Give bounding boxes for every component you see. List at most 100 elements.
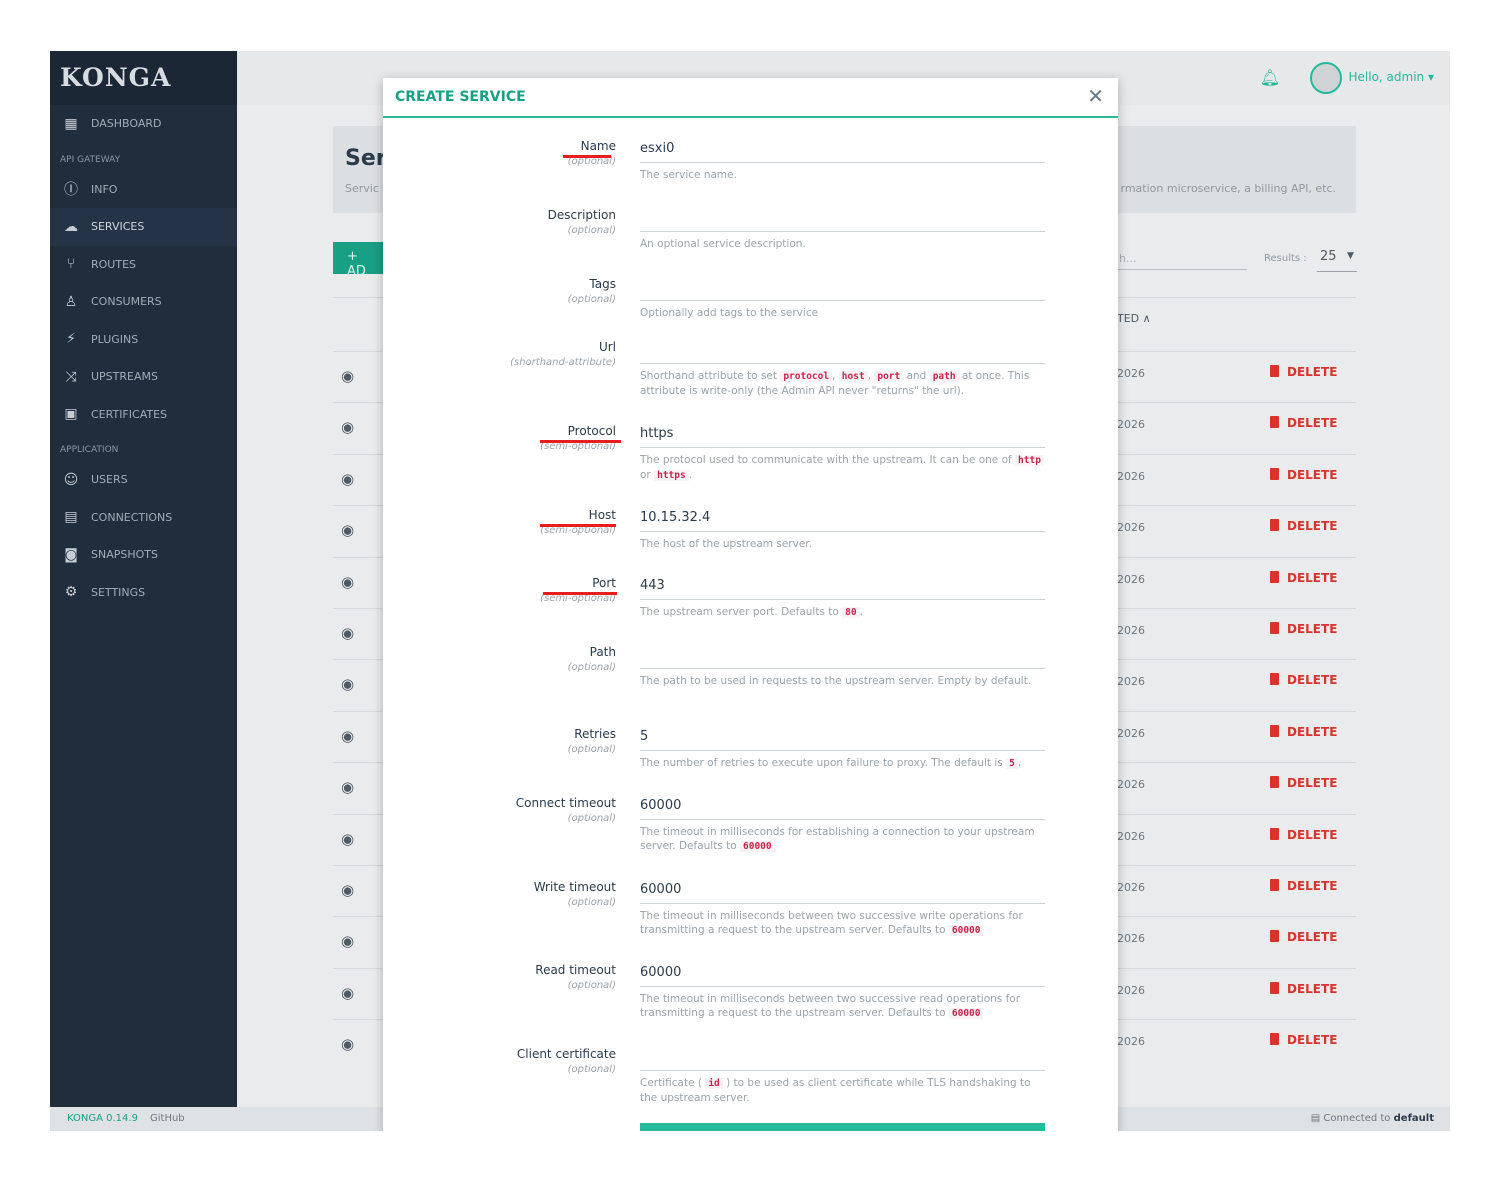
sidebar-item-routes[interactable]: ⑂ ROUTES: [50, 246, 237, 284]
trash-icon: [1270, 776, 1279, 789]
trash-icon: [1270, 622, 1279, 634]
delete-button[interactable]: DELETE: [1270, 776, 1337, 790]
annotation-underline: [540, 440, 621, 443]
eye-icon[interactable]: ◉: [341, 573, 354, 591]
host-input[interactable]: 10.15.32.4: [640, 510, 710, 525]
eye-icon[interactable]: ◉: [341, 984, 354, 1002]
sidebar: KONGA ▦ DASHBOARD API GATEWAY ⓘ INFO ☁ SERVI…: [50, 51, 237, 1131]
page-subtitle-right: rmation microservice, a billing API, etc…: [1120, 182, 1337, 195]
connect-timeout-input[interactable]: 60000: [640, 798, 681, 813]
eye-icon[interactable]: ◉: [341, 830, 354, 848]
protocol-input[interactable]: https: [640, 426, 673, 441]
field-help: The number of retries to execute upon fa…: [640, 757, 1022, 769]
delete-label: DELETE: [1287, 570, 1338, 585]
sidebar-item-services[interactable]: ☁ SERVICES: [50, 208, 237, 246]
input-underline: [640, 668, 1045, 669]
eye-icon[interactable]: ◉: [341, 1035, 354, 1053]
delete-label: DELETE: [1287, 416, 1338, 431]
delete-button[interactable]: DELETE: [1270, 622, 1337, 636]
row-date: 2026: [1117, 983, 1145, 997]
delete-button[interactable]: DELETE: [1270, 365, 1337, 379]
field-help: The path to be used in requests to the u…: [640, 675, 1032, 687]
field-hint: (optional): [567, 225, 616, 236]
sidebar-item-label: SETTINGS: [91, 585, 146, 599]
field-label: Description: [547, 208, 616, 222]
eye-icon[interactable]: ◉: [341, 418, 354, 436]
delete-button[interactable]: DELETE: [1270, 827, 1337, 842]
write-timeout-input[interactable]: 60000: [640, 882, 681, 897]
delete-button[interactable]: DELETE: [1270, 879, 1337, 893]
user-menu[interactable]: Hello, admin ▾: [1349, 70, 1434, 84]
sidebar-item-label: CERTIFICATES: [91, 407, 168, 421]
create-service-modal: CREATE SERVICE ✕ Name (optional) esxi0 The …: [383, 78, 1118, 1131]
row-date: 2026: [1117, 469, 1145, 483]
eye-icon[interactable]: ◉: [341, 624, 354, 642]
close-icon[interactable]: ✕: [1087, 84, 1104, 108]
certificates-icon: ▣: [64, 406, 78, 423]
input-underline: [640, 231, 1045, 232]
eye-icon[interactable]: ◉: [341, 675, 354, 693]
field-help: The timeout in milliseconds for establis…: [640, 826, 1035, 852]
annotation-underline: [543, 592, 617, 595]
delete-button[interactable]: DELETE: [1270, 724, 1337, 739]
delete-button[interactable]: DELETE: [1270, 1033, 1337, 1047]
field-label: Name: [580, 139, 616, 153]
port-input[interactable]: 443: [640, 578, 665, 593]
name-input[interactable]: esxi0: [640, 141, 674, 156]
consumers-icon: ♙: [64, 293, 78, 310]
row-date: 2026: [1117, 829, 1145, 843]
field-help: An optional service description.: [640, 238, 806, 250]
caret-down-icon[interactable]: ▼: [1347, 251, 1354, 261]
sidebar-item-label: SNAPSHOTS: [91, 548, 158, 562]
field-help: The protocol used to communicate with th…: [640, 453, 1045, 483]
sidebar-item-connections[interactable]: ▤ CONNECTIONS: [50, 499, 237, 537]
sidebar-item-settings[interactable]: ⚙ SETTINGS: [50, 574, 237, 612]
search-input[interactable]: h...: [1119, 252, 1136, 265]
delete-button[interactable]: DELETE: [1270, 930, 1337, 944]
sidebar-item-users[interactable]: ☺ USERS: [50, 461, 237, 499]
field-label: Protocol: [567, 424, 616, 438]
delete-button[interactable]: DELETE: [1270, 467, 1337, 482]
row-date: 2026: [1117, 726, 1145, 740]
input-underline: [640, 1070, 1045, 1071]
sidebar-item-consumers[interactable]: ♙ CONSUMERS: [50, 283, 237, 321]
delete-label: DELETE: [1287, 519, 1338, 534]
sidebar-item-label: INFO: [91, 182, 118, 196]
read-timeout-input[interactable]: 60000: [640, 965, 681, 980]
delete-button[interactable]: DELETE: [1270, 570, 1338, 585]
brand-logo[interactable]: KONGA: [50, 51, 237, 105]
input-underline: [640, 162, 1045, 163]
eye-icon[interactable]: ◉: [341, 470, 354, 488]
eye-icon[interactable]: ◉: [341, 367, 354, 385]
sidebar-item-dashboard[interactable]: ▦ DASHBOARD: [50, 105, 237, 143]
footer-github-link[interactable]: GitHub: [150, 1107, 185, 1131]
sidebar-item-plugins[interactable]: ⚡ PLUGINS: [50, 321, 237, 359]
submit-button[interactable]: [640, 1123, 1045, 1131]
eye-icon[interactable]: ◉: [341, 727, 354, 745]
eye-icon[interactable]: ◉: [341, 881, 354, 899]
sidebar-item-snapshots[interactable]: ◙ SNAPSHOTS: [50, 536, 237, 574]
footer-version[interactable]: KONGA 0.14.9: [67, 1107, 138, 1131]
eye-icon[interactable]: ◉: [341, 778, 354, 796]
delete-button[interactable]: DELETE: [1270, 519, 1337, 533]
retries-input[interactable]: 5: [640, 729, 648, 744]
trash-icon: [1270, 365, 1279, 377]
delete-label: DELETE: [1287, 981, 1338, 996]
eye-icon[interactable]: ◉: [341, 521, 354, 539]
results-select[interactable]: 25: [1320, 249, 1337, 264]
input-underline: [640, 903, 1045, 904]
sidebar-item-info[interactable]: ⓘ INFO: [50, 171, 237, 209]
eye-icon[interactable]: ◉: [341, 932, 354, 950]
field-hint: (optional): [567, 897, 616, 908]
delete-label: DELETE: [1287, 879, 1338, 893]
delete-button[interactable]: DELETE: [1270, 981, 1338, 996]
avatar[interactable]: [1310, 62, 1342, 94]
sidebar-item-upstreams[interactable]: ⤨ UPSTREAMS: [50, 358, 237, 396]
delete-button[interactable]: DELETE: [1270, 673, 1337, 687]
column-header-created[interactable]: TED ∧: [1117, 312, 1151, 325]
bell-icon[interactable]: 🔔︎: [1260, 68, 1280, 87]
delete-button[interactable]: DELETE: [1270, 416, 1337, 430]
sidebar-item-certificates[interactable]: ▣ CERTIFICATES: [50, 396, 237, 434]
field-help: Certificate ( id ) to be used as client …: [640, 1077, 1031, 1104]
delete-label: DELETE: [1287, 622, 1338, 636]
